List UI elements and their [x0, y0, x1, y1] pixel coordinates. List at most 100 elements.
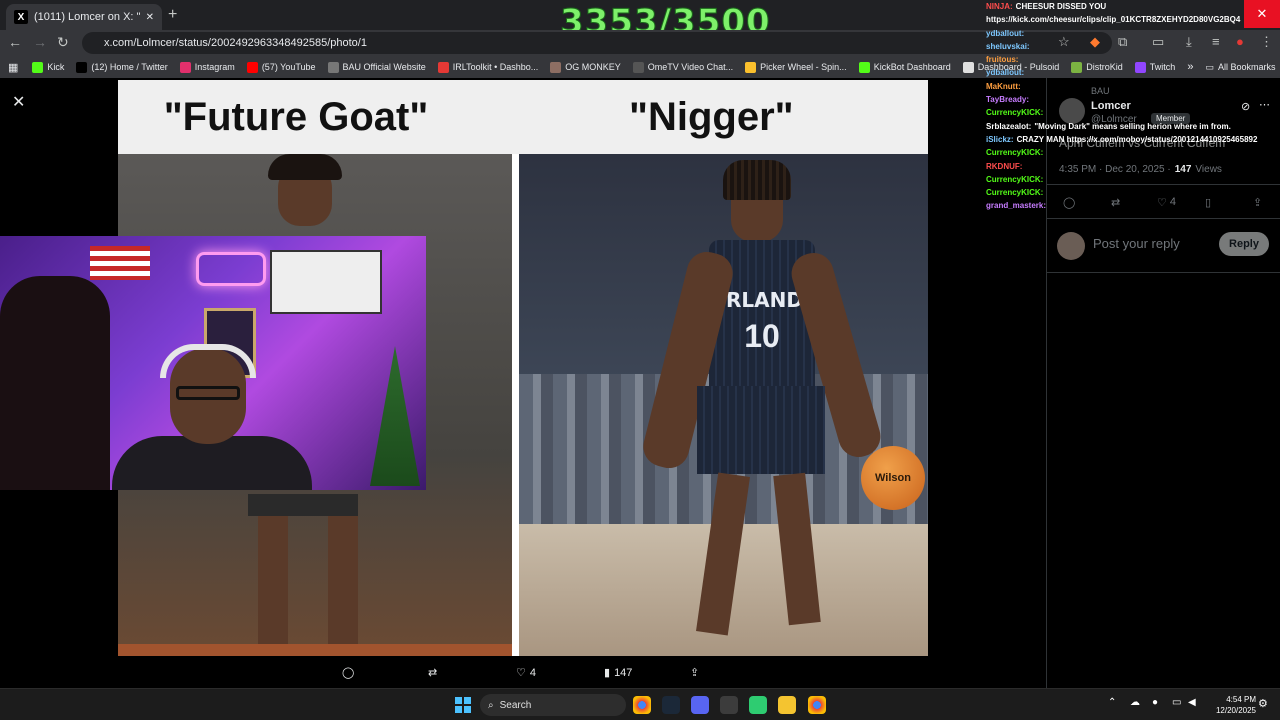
right-caption: "Nigger" — [474, 80, 928, 154]
chat-text: CRAZY MAN https://x.com/moboy/status/200… — [1016, 134, 1258, 144]
search-icon: ⌕ — [488, 699, 494, 711]
bookmark-item[interactable]: BAU Official Website — [327, 61, 426, 73]
bookmark-favicon-icon — [76, 61, 88, 73]
clock-time: 4:54 PM — [1226, 695, 1256, 704]
bookmark-item[interactable]: OG MONKEY — [550, 61, 621, 73]
tray-overflow-icon[interactable]: ⌃ — [1108, 697, 1116, 708]
app-icon[interactable] — [720, 696, 738, 714]
glasses — [176, 386, 240, 400]
bookmark-favicon-icon — [550, 61, 562, 73]
tab-title: (1011) Lomcer on X: "April Cuffe — [34, 11, 140, 23]
forward-arrow-icon[interactable]: → — [33, 34, 47, 50]
bookmark-item[interactable]: Instagram — [179, 61, 235, 73]
player-dreadlocks — [723, 160, 791, 200]
bookmark-favicon-icon — [632, 61, 644, 73]
start-icon[interactable] — [455, 697, 471, 713]
chat-message: RKDNUF: — [986, 160, 1280, 173]
chrome-active-icon[interactable] — [808, 696, 826, 714]
chat-message: ydballout: — [986, 27, 1280, 40]
chat-username: iSlickz: — [986, 134, 1014, 144]
notification-icon[interactable]: ⚙ — [1258, 697, 1268, 710]
bookmark-label: OG MONKEY — [565, 62, 621, 72]
microphone-icon[interactable]: ● — [1152, 697, 1158, 708]
chat-message: sheluvskai: — [986, 40, 1280, 53]
chat-text: "Moving Dark" means selling herion where… — [1034, 121, 1231, 131]
view-count: 147 — [614, 666, 633, 679]
chat-username: CurrencyKICK: — [986, 174, 1044, 184]
like-button[interactable]: ♡ 4 — [516, 666, 536, 680]
player-shorts — [697, 386, 825, 474]
bookmark-item[interactable]: (57) YouTube — [246, 61, 316, 73]
player-shorts — [248, 494, 358, 516]
system-clock[interactable]: 4:54 PM 12/20/2025 — [1216, 694, 1256, 716]
reload-icon[interactable]: ↻ — [57, 34, 69, 51]
jersey-number: 10 — [744, 318, 780, 354]
obs-icon[interactable] — [749, 696, 767, 714]
bookmark-item[interactable]: KickBot Dashboard — [858, 61, 951, 73]
bookmark-item[interactable]: Kick — [32, 61, 65, 73]
onedrive-icon[interactable]: ☁ — [1130, 697, 1140, 708]
chat-username: CurrencyKICK: — [986, 108, 1044, 118]
back-arrow-icon[interactable]: ← — [8, 34, 22, 50]
network-icon[interactable]: ▭ — [1172, 697, 1181, 708]
heart-icon: ♡ — [516, 667, 526, 679]
chat-username: MaKnutt: — [986, 81, 1021, 91]
windows-taskbar: ⌕ Search ⌃ ☁ ● ▭ ◀ 4:54 PM 12/20/2025 ⚙ — [0, 688, 1280, 720]
clock-date: 12/20/2025 — [1215, 706, 1256, 715]
bookmark-label: BAU Official Website — [342, 62, 426, 72]
bookmark-item[interactable]: OmeTV Video Chat... — [632, 61, 734, 73]
apps-grid-icon[interactable]: ▦ — [8, 61, 18, 74]
tab-close-icon[interactable]: ✕ — [146, 12, 154, 23]
discord-icon[interactable] — [691, 696, 709, 714]
bookmark-label: (12) Home / Twitter — [91, 62, 168, 72]
chat-username: sheluvskai: — [986, 41, 1030, 51]
browser-tab[interactable]: X (1011) Lomcer on X: "April Cuffe ✕ — [6, 4, 162, 30]
chat-username: ydballout: — [986, 68, 1025, 78]
reply-button[interactable]: Reply — [1219, 232, 1269, 256]
chat-username: CurrencyKICK: — [986, 188, 1044, 198]
chat-username: CurrencyKICK: — [986, 148, 1044, 158]
chrome-icon[interactable] — [633, 696, 651, 714]
chat-message: CurrencyKICK: — [986, 173, 1280, 186]
chat-username: ydballout: — [986, 28, 1025, 38]
bookmark-favicon-icon — [179, 61, 191, 73]
chat-message: NINJA: CHEESUR DISSED YOU — [986, 0, 1280, 13]
chat-message: iSlickz: CRAZY MAN https://x.com/moboy/st… — [986, 133, 1280, 146]
chat-message: https://kick.com/cheesur/clips/clip_01KC… — [986, 13, 1280, 26]
bookmark-label: KickBot Dashboard — [873, 62, 951, 72]
chat-message: CurrencyKICK: — [986, 146, 1280, 159]
bookmark-item[interactable]: (12) Home / Twitter — [76, 61, 168, 73]
steam-icon[interactable] — [662, 696, 680, 714]
image-divider — [512, 154, 519, 656]
close-photo-icon[interactable]: ✕ — [12, 92, 25, 112]
new-tab-button[interactable]: + — [168, 6, 177, 24]
share-icon[interactable]: ⇪ — [690, 666, 699, 679]
views-button[interactable]: ▮ 147 — [604, 666, 633, 680]
basketball: Wilson — [861, 446, 925, 510]
photo-action-bar: ◯ ⇄ ♡ 4 ▮ 147 ⇪ — [0, 660, 1046, 688]
chat-text: https://kick.com/cheesur/clips/clip_01KC… — [986, 15, 1241, 25]
repost-icon[interactable]: ⇄ — [428, 666, 437, 679]
reply-icon[interactable]: ◯ — [342, 666, 354, 679]
address-bar[interactable]: x.com/Lolmcer/status/2002492963348492585… — [82, 32, 1112, 54]
neon-sign — [196, 252, 266, 286]
user-avatar — [1057, 232, 1085, 260]
chat-message: ydballout: — [986, 66, 1280, 79]
player-hair — [268, 154, 342, 180]
bookmark-label: Picker Wheel - Spin... — [760, 62, 847, 72]
file-explorer-icon[interactable] — [778, 696, 796, 714]
reply-input[interactable]: Post your reply — [1093, 236, 1180, 251]
christmas-tree — [370, 346, 420, 486]
taskbar-search[interactable]: ⌕ Search — [480, 694, 626, 716]
stream-chat-overlay: NINJA: CHEESUR DISSED YOU https://kick.com… — [986, 0, 1280, 225]
bookmark-item[interactable]: Picker Wheel - Spin... — [745, 61, 847, 73]
bookmark-label: Kick — [47, 62, 65, 72]
chat-username: grand_masterk: — [986, 201, 1047, 211]
bookmark-label: IRLToolkit • Dashbo... — [452, 62, 539, 72]
bookmark-label: OmeTV Video Chat... — [647, 62, 734, 72]
bookmark-item[interactable]: IRLToolkit • Dashbo... — [437, 61, 539, 73]
volume-icon[interactable]: ◀ — [1188, 697, 1196, 708]
chat-message: CurrencyKICK: — [986, 186, 1280, 199]
bookmark-label: (57) YouTube — [261, 62, 316, 72]
x-logo-icon: X — [14, 10, 28, 24]
